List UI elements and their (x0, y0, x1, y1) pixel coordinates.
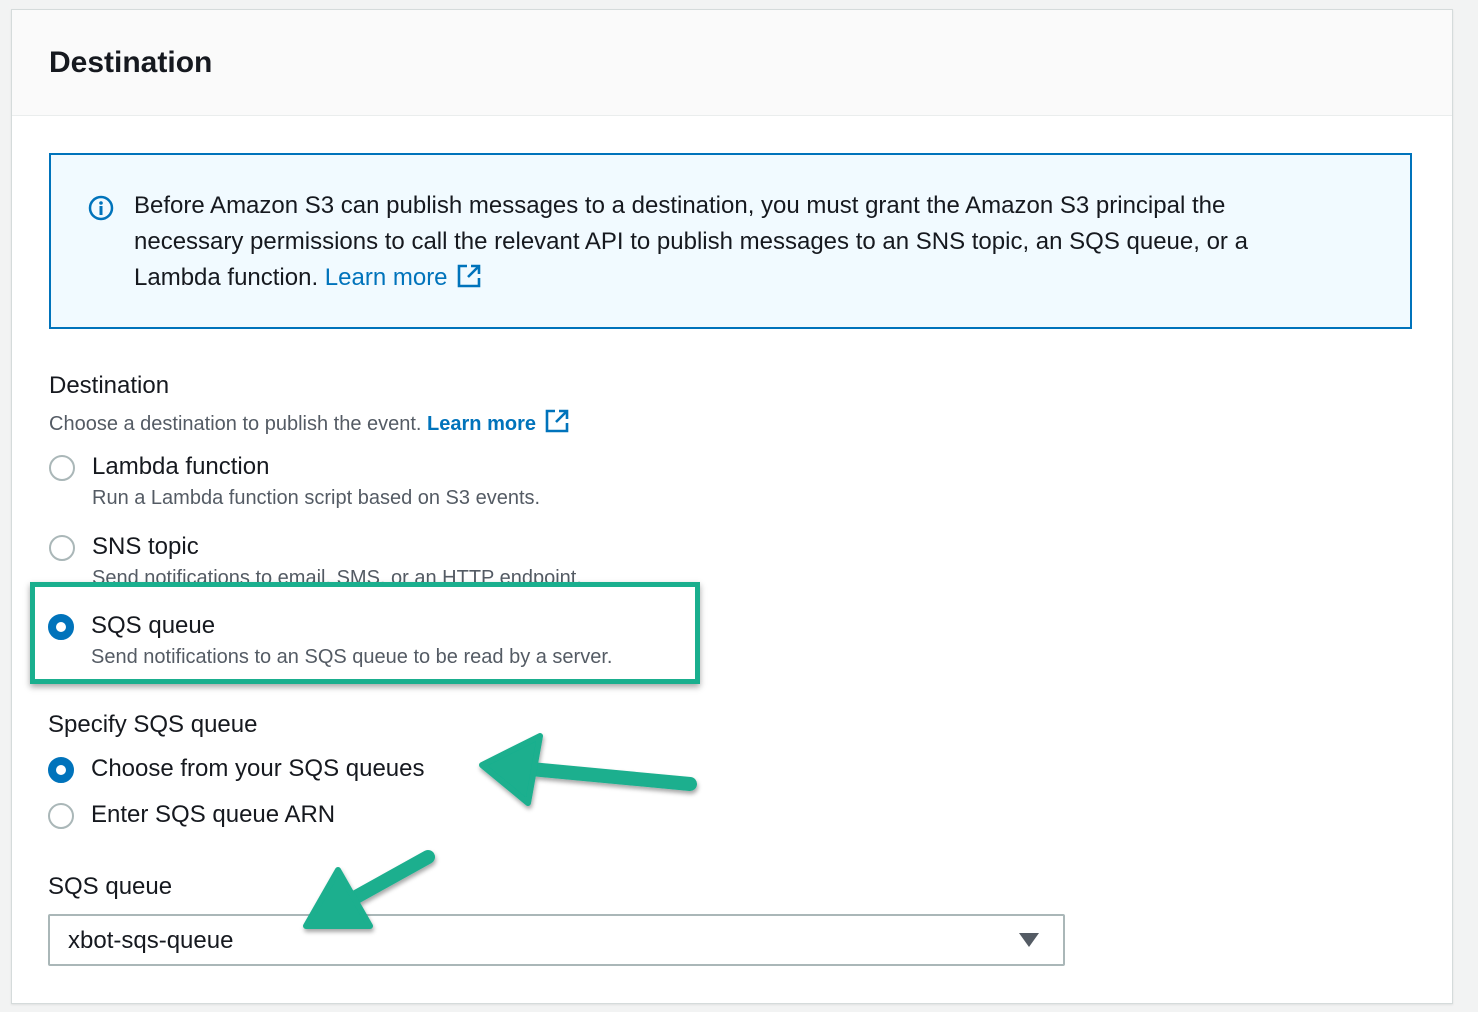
radio-lambda-label[interactable]: Lambda function (92, 453, 269, 481)
info-icon (88, 195, 114, 221)
info-alert: Before Amazon S3 can publish messages to… (49, 153, 1412, 329)
external-link-icon[interactable] (544, 408, 570, 434)
destination-learn-more-label[interactable]: Learn more (427, 413, 536, 435)
info-learn-more-label[interactable]: Learn more (325, 264, 448, 291)
destination-panel: Destination Before Amazon S3 can publish… (11, 9, 1453, 1004)
destination-learn-more-link[interactable]: Learn more (427, 409, 570, 435)
radio-enter-arn[interactable] (48, 803, 74, 829)
radio-lambda-description: Run a Lambda function script based on S3… (92, 487, 541, 509)
info-alert-text: Before Amazon S3 can publish messages to… (134, 188, 1334, 296)
sqs-queue-selected-value[interactable]: xbot-sqs-queue (68, 927, 233, 955)
info-alert-message: Before Amazon S3 can publish messages to… (134, 192, 1248, 291)
destination-description: Choose a destination to publish the even… (49, 408, 570, 436)
radio-sns-label[interactable]: SNS topic (92, 533, 199, 561)
panel-header: Destination (12, 10, 1452, 116)
radio-sns-description: Send notifications to email, SMS, or an … (92, 567, 582, 583)
info-learn-more-link[interactable]: Learn more (325, 264, 482, 291)
radio-lambda[interactable] (49, 455, 75, 481)
destination-label: Destination (49, 372, 170, 399)
radio-sqs-description: Send notifications to an SQS queue to be… (91, 646, 613, 668)
radio-sqs[interactable] (48, 614, 74, 640)
radio-choose-queue[interactable] (48, 757, 74, 783)
radio-choose-queue-label[interactable]: Choose from your SQS queues (91, 755, 425, 783)
radio-enter-arn-label[interactable]: Enter SQS queue ARN (91, 801, 335, 829)
destination-description-text: Choose a destination to publish the even… (49, 413, 422, 435)
radio-sns[interactable] (49, 535, 75, 561)
radio-sqs-label[interactable]: SQS queue (91, 612, 215, 640)
caret-down-icon[interactable] (1019, 933, 1039, 947)
external-link-icon[interactable] (456, 263, 482, 289)
panel-title: Destination (49, 46, 213, 79)
sqs-queue-select[interactable]: xbot-sqs-queue (48, 914, 1065, 966)
